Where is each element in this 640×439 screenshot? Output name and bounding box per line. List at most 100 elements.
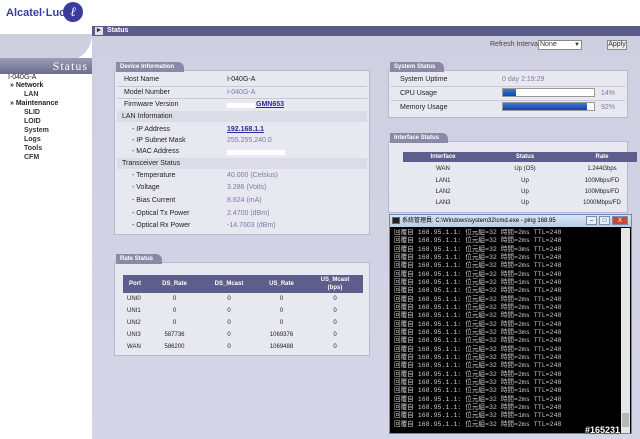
rate-header-port: Port bbox=[123, 275, 147, 293]
brand-logo-icon: ℓ bbox=[63, 2, 83, 22]
sidebar-item-system[interactable]: System bbox=[24, 127, 49, 134]
model-number-value: I-040G-A bbox=[227, 89, 256, 96]
cmd-title-text: 系統管理員: C:\Windows\system32\cmd.exe - pin… bbox=[402, 218, 556, 224]
rate-cell: 0 bbox=[279, 308, 284, 314]
iface-cell: 1.244Gbps bbox=[587, 166, 617, 172]
rate-header-ds-rate: DS_Rate bbox=[147, 275, 202, 293]
cmd-scrollbar-thumb[interactable] bbox=[622, 413, 629, 427]
sidebar-item-lan[interactable]: LAN bbox=[24, 91, 38, 98]
memory-usage-value: 92% bbox=[601, 104, 616, 111]
cmd-line: 回覆自 168.95.1.1: 位元組=32 時間=2ms TTL=248 bbox=[394, 420, 562, 428]
rate-cell: 0 bbox=[333, 320, 337, 326]
cpu-usage-value: 14% bbox=[601, 90, 616, 97]
ip-address-value[interactable]: 192.168.1.1 bbox=[227, 126, 264, 133]
iface-cell: 100Mbps/FD bbox=[584, 189, 620, 195]
iface-cell: Up bbox=[521, 189, 529, 195]
sidebar-item-slid[interactable]: SLID bbox=[24, 109, 40, 116]
refresh-interval-value: None bbox=[540, 41, 557, 48]
mac-redacted-bar bbox=[227, 150, 285, 155]
sidebar-item-tools[interactable]: Tools bbox=[24, 145, 42, 152]
cmd-line: 回覆自 168.95.1.1: 位元組=32 時間=2ms TTL=248 bbox=[394, 395, 562, 403]
rate-cell: UNI1 bbox=[127, 308, 141, 314]
iface-header-rate: Rate bbox=[567, 152, 637, 162]
iface-cell: Up (O5) bbox=[514, 166, 536, 172]
interface-status-tab: Interface Status bbox=[390, 133, 448, 143]
memory-usage-label: Memory Usage bbox=[400, 104, 448, 111]
system-status-tab: System Status bbox=[390, 62, 444, 72]
rate-cell: 0 bbox=[227, 344, 231, 350]
cmd-line: 回覆自 168.95.1.1: 位元組=32 時間=1ms TTL=248 bbox=[394, 412, 562, 420]
sidebar-menu: I-040G-A » Network LAN » Maintenance SLI… bbox=[0, 74, 92, 194]
firmware-value[interactable]: GMN653 bbox=[256, 101, 284, 108]
apply-button[interactable]: Apply bbox=[607, 40, 627, 50]
cpu-usage-label: CPU Usage bbox=[400, 90, 437, 97]
tx-power-label: - Optical Tx Power bbox=[132, 210, 190, 217]
mac-address-label: - MAC Address bbox=[132, 148, 180, 155]
close-button[interactable]: X bbox=[612, 216, 628, 225]
maximize-button[interactable]: □ bbox=[599, 216, 610, 225]
watermark-text: #165231 bbox=[585, 425, 621, 435]
minimize-button[interactable]: – bbox=[586, 216, 597, 225]
subnet-mask-label: - IP Subnet Mask bbox=[132, 137, 186, 144]
firmware-label: Firmware Version bbox=[124, 101, 179, 108]
temperature-value: 40.000 (Celsius) bbox=[227, 172, 278, 179]
rx-power-value: -14.7603 (dBm) bbox=[227, 222, 276, 229]
cmd-line: 回覆自 168.95.1.1: 位元組=32 時間=1ms TTL=248 bbox=[394, 387, 562, 395]
sidebar: Status I-040G-A » Network LAN » Maintena… bbox=[0, 26, 92, 439]
cmd-line: 回覆自 168.95.1.1: 位元組=32 時間=2ms TTL=248 bbox=[394, 370, 562, 378]
rate-header-us-mcast: US_Mcast (bps) bbox=[307, 275, 363, 293]
iface-cell: 100Mbps/FD bbox=[584, 178, 620, 184]
sidebar-item-cfm[interactable]: CFM bbox=[24, 154, 39, 161]
rate-cell: 0 bbox=[172, 320, 177, 326]
refresh-interval-select[interactable]: None ▼ bbox=[538, 40, 582, 50]
tx-power-value: 2.4700 (dBm) bbox=[227, 210, 270, 217]
rate-cell: 0 bbox=[227, 320, 231, 326]
cmd-line: 回覆自 168.95.1.1: 位元組=32 時間=2ms TTL=248 bbox=[394, 378, 562, 386]
host-name-value: I-040G-A bbox=[227, 76, 256, 83]
sidebar-device-name: I-040G-A bbox=[8, 74, 37, 81]
cpu-usage-fill bbox=[503, 89, 516, 96]
rate-cell: WAN bbox=[127, 344, 141, 350]
divider bbox=[117, 86, 367, 87]
cpu-usage-bar bbox=[502, 88, 595, 97]
rate-cell: 0 bbox=[227, 296, 231, 302]
lan-info-section: LAN Information bbox=[117, 111, 367, 122]
rate-cell: 0 bbox=[172, 296, 177, 302]
rx-power-label: - Optical Rx Power bbox=[132, 222, 191, 229]
sidebar-item-logs[interactable]: Logs bbox=[24, 136, 41, 143]
refresh-interval-label: Refresh Interval: bbox=[490, 41, 542, 48]
divider bbox=[117, 98, 367, 99]
cmd-line: 回覆自 168.95.1.1: 位元組=32 時間=2ms TTL=248 bbox=[394, 345, 562, 353]
host-name-label: Host Name bbox=[124, 76, 160, 83]
iface-cell: WAN bbox=[436, 166, 450, 172]
memory-usage-fill bbox=[503, 103, 587, 110]
rate-header-ds-mcast: DS_Mcast bbox=[202, 275, 256, 293]
rate-cell: 0 bbox=[333, 296, 337, 302]
cmd-line: 回覆自 168.95.1.1: 位元組=32 時間=2ms TTL=248 bbox=[394, 337, 562, 345]
iface-cell: 1000Mbps/FD bbox=[583, 200, 621, 206]
rate-cell: 0 bbox=[172, 308, 177, 314]
breadcrumb-arrow-icon: ► bbox=[95, 27, 103, 35]
cmd-output: 回覆自 168.95.1.1: 位元組=32 時間=2ms TTL=248 回覆自… bbox=[394, 229, 616, 429]
cmd-line: 回覆自 168.95.1.1: 位元組=32 時間=2ms TTL=248 bbox=[394, 287, 562, 295]
temperature-label: - Temperature bbox=[132, 172, 176, 179]
cmd-line: 回覆自 168.95.1.1: 位元組=32 時間=2ms TTL=248 bbox=[394, 270, 562, 278]
rate-cell: 1069376 bbox=[269, 332, 294, 338]
cmd-line: 回覆自 168.95.1.1: 位元組=32 時間=2ms TTL=248 bbox=[394, 320, 562, 328]
sidebar-item-maintenance[interactable]: » Maintenance bbox=[10, 100, 58, 107]
cmd-window[interactable]: 系統管理員: C:\Windows\system32\cmd.exe - pin… bbox=[389, 214, 632, 434]
iface-cell: Up bbox=[521, 178, 529, 184]
rate-status-tab: Rate Status bbox=[116, 254, 162, 264]
voltage-value: 3.286 (Volts) bbox=[227, 184, 267, 191]
cmd-line: 回覆自 168.95.1.1: 位元組=32 時間=2ms TTL=248 bbox=[394, 403, 562, 411]
rate-cell: 0 bbox=[279, 296, 284, 302]
sidebar-item-loid[interactable]: LOID bbox=[24, 118, 41, 125]
rate-cell: UNI2 bbox=[127, 320, 141, 326]
iface-header-interface: Interface bbox=[403, 152, 483, 162]
cmd-scrollbar[interactable] bbox=[621, 228, 630, 433]
rate-header-us-rate: US_Rate bbox=[256, 275, 307, 293]
sidebar-item-network[interactable]: » Network bbox=[10, 82, 43, 89]
rate-cell: UNI0 bbox=[127, 296, 141, 302]
sidebar-title: Status bbox=[0, 58, 92, 74]
rate-cell: 0 bbox=[227, 332, 231, 338]
